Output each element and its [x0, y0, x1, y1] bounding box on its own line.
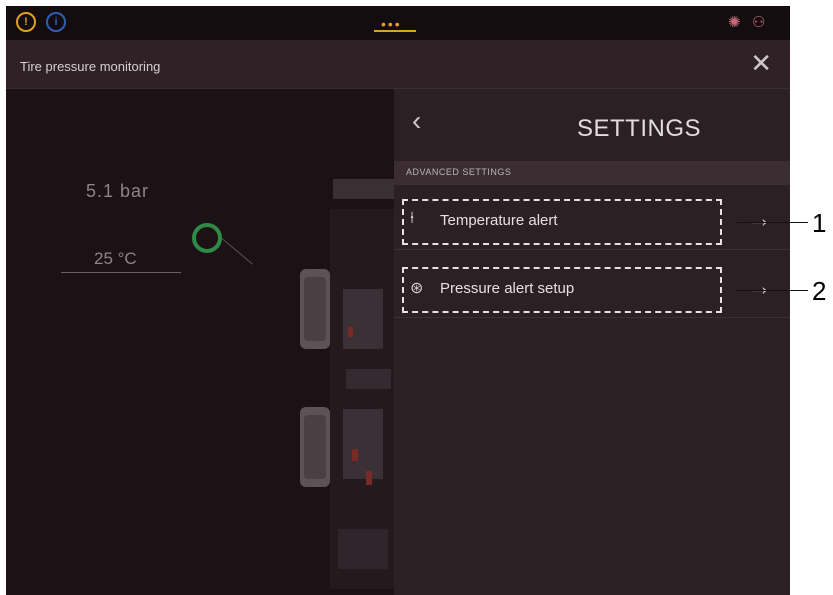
- section-label: ADVANCED SETTINGS: [406, 167, 512, 177]
- status-bar: ! i ••• ✺ ⚇: [6, 6, 790, 40]
- tire-view: 5.1 bar 25 °C: [6, 89, 394, 595]
- settings-panel: ‹ SETTINGS ADVANCED SETTINGS ⍿ Temperatu…: [394, 89, 790, 595]
- info-icon[interactable]: i: [46, 12, 66, 32]
- warning-icon[interactable]: !: [16, 12, 36, 32]
- arrow-right-icon[interactable]: →: [746, 205, 772, 231]
- callout-line-2: [736, 290, 808, 291]
- tire-connector-line: [221, 238, 253, 265]
- callout-number-2: 2: [812, 276, 827, 306]
- arrow-right-icon[interactable]: →: [746, 273, 772, 299]
- reading-divider: [61, 272, 181, 273]
- tire-pressure-value: 5.1 bar: [86, 181, 150, 201]
- infotainment-screen: ! i ••• ✺ ⚇ Tire pressure monitoring ✕ 5…: [6, 6, 790, 595]
- list-item-temperature-alert[interactable]: ⍿ Temperature alert →: [394, 191, 790, 250]
- close-icon[interactable]: ✕: [750, 50, 772, 76]
- app-header: Tire pressure monitoring ✕: [6, 40, 790, 89]
- callout-number-1: 1: [812, 208, 827, 238]
- settings-title: SETTINGS: [576, 115, 701, 142]
- network-icon[interactable]: ⚇: [752, 13, 765, 31]
- list-item-label: Temperature alert: [440, 212, 558, 229]
- settings-gear-icon[interactable]: ✺: [728, 13, 741, 31]
- tire-temperature-value: 25 °C: [94, 249, 137, 268]
- callout-line-1: [736, 222, 808, 223]
- thermometer-alert-icon: ⍿: [410, 210, 415, 227]
- vehicle-illustration: [300, 179, 394, 589]
- page-title: Tire pressure monitoring: [20, 59, 161, 74]
- tire-status-ring-icon: [192, 223, 222, 253]
- list-item-pressure-alert-setup[interactable]: ⊛ Pressure alert setup →: [394, 259, 790, 318]
- section-header: ADVANCED SETTINGS: [394, 161, 790, 185]
- list-item-label: Pressure alert setup: [440, 280, 575, 297]
- pressure-gauge-icon: ⊛: [410, 280, 424, 297]
- back-icon[interactable]: ‹: [412, 107, 421, 135]
- menu-indicator: [374, 30, 416, 32]
